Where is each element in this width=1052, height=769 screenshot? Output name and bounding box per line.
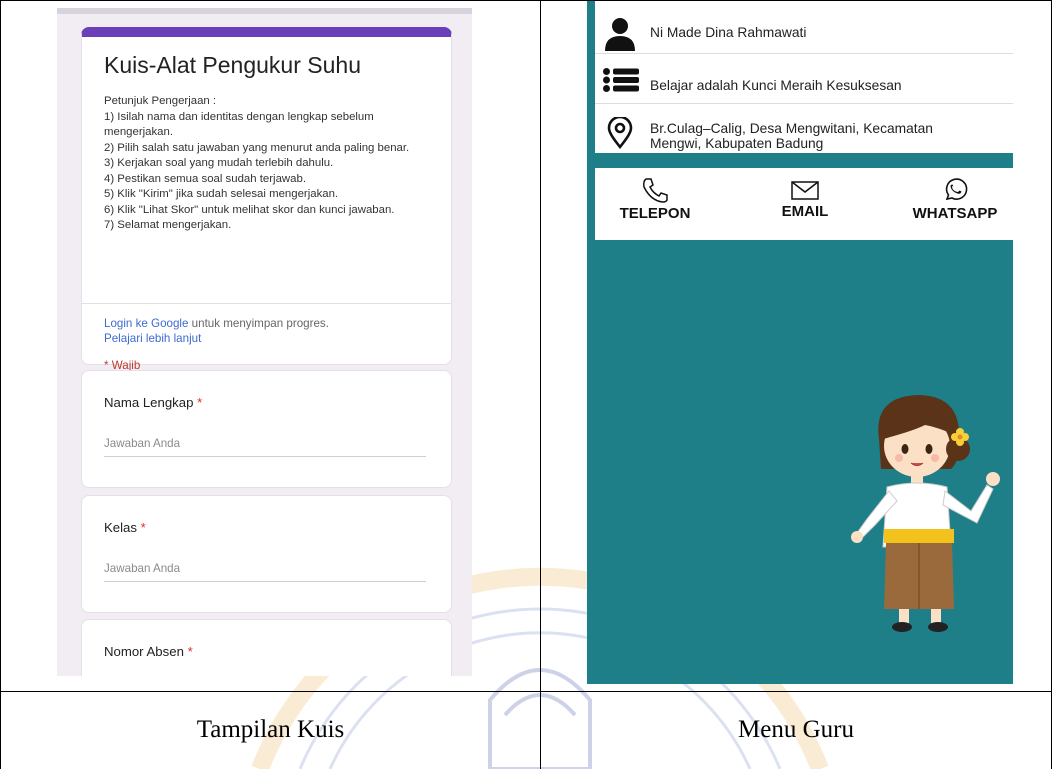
question-card-absent-number: Nomor Absen * [81,619,452,676]
login-prompt: Login ke Google untuk menyimpan progres. [104,317,329,330]
whatsapp-button[interactable]: WHATSAPP [895,177,1013,222]
whatsapp-icon [945,178,968,201]
teacher-name-row: Ni Made Dina Rahmawati [595,1,1013,54]
teacher-name: Ni Made Dina Rahmawati [650,25,807,40]
required-star: * [193,395,203,410]
phone-icon [643,178,668,203]
learn-more-link[interactable]: Pelajari lebih lanjut [104,332,201,345]
quiz-instructions: Petunjuk Pengerjaan : 1) Isilah nama dan… [104,94,439,234]
header-divider [82,303,451,304]
instruction-line: 2) Pilih salah satu jawaban yang menurut… [104,141,410,154]
table-border-left [0,0,1,769]
question-label: Nomor Absen * [104,644,193,659]
teacher-address: Br.Culag–Calig, Desa Mengwitani, Kecamat… [650,121,933,151]
email-button[interactable]: EMAIL [745,177,865,220]
quiz-screenshot: Kuis-Alat Pengukur Suhu Petunjuk Pengerj… [57,8,472,676]
question-card-class: Kelas * [81,495,452,613]
required-star: * [137,520,146,535]
question-text: Nama Lengkap [104,395,194,410]
table-border-middle [0,691,1052,692]
instruction-line: 6) Klik "Lihat Skor" untuk melihat skor … [104,203,395,216]
question-card-name: Nama Lengkap * [81,370,452,488]
question-label: Nama Lengkap * [104,395,202,410]
browser-top-bar [57,8,472,14]
question-label: Kelas * [104,520,146,535]
phone-button[interactable]: TELEPON [595,177,715,222]
phone-label: TELEPON [619,205,691,222]
class-input[interactable] [104,560,426,582]
teacher-motto: Belajar adalah Kunci Meraih Kesuksesan [650,78,902,93]
caption-teacher-menu: Menu Guru [738,716,854,743]
address-line: Br.Culag–Calig, Desa Mengwitani, Kecamat… [650,121,933,136]
instruction-line: 1) Isilah nama dan identitas dengan leng… [104,110,377,139]
full-name-input[interactable] [104,435,426,457]
email-label: EMAIL [781,203,829,220]
quiz-title: Kuis-Alat Pengukur Suhu [104,52,361,78]
quiz-header-card: Kuis-Alat Pengukur Suhu Petunjuk Pengerj… [81,27,452,372]
required-star: * [183,644,193,659]
login-prompt-suffix: untuk menyimpan progres. [188,317,329,330]
envelope-icon [791,181,819,200]
question-text: Kelas [104,520,137,535]
instruction-line: Petunjuk Pengerjaan : [104,95,217,107]
teacher-address-row: Br.Culag–Calig, Desa Mengwitani, Kecamat… [595,104,1013,153]
google-login-link[interactable]: Login ke Google [104,317,188,330]
instruction-line: 4) Pestikan semua soal sudah terjawab. [104,172,306,185]
instruction-line: 5) Klik "Kirim" jika sudah selesai menge… [104,188,339,200]
whatsapp-label: WHATSAPP [912,205,998,222]
list-icon [603,68,639,92]
teacher-illustration [851,395,1000,632]
caption-quiz: Tampilan Kuis [196,716,345,743]
teacher-motto-row: Belajar adalah Kunci Meraih Kesuksesan [595,54,1013,104]
table-border-vertical [540,0,541,769]
address-line: Mengwi, Kabupaten Badung [650,136,824,151]
question-text: Nomor Absen [104,644,184,659]
user-icon [605,18,635,51]
teacher-info-panel: Ni Made Dina Rahmawati Belajar adalah Ku… [595,1,1013,153]
instruction-line: 3) Kerjakan soal yang mudah terlebih dah… [104,157,334,169]
contact-bar: TELEPON EMAIL WHATSAPP [595,168,1013,240]
location-pin-icon [607,117,633,149]
instruction-line: 7) Selamat mengerjakan. [104,219,232,231]
teacher-menu-screenshot: Ni Made Dina Rahmawati Belajar adalah Ku… [587,1,1013,684]
